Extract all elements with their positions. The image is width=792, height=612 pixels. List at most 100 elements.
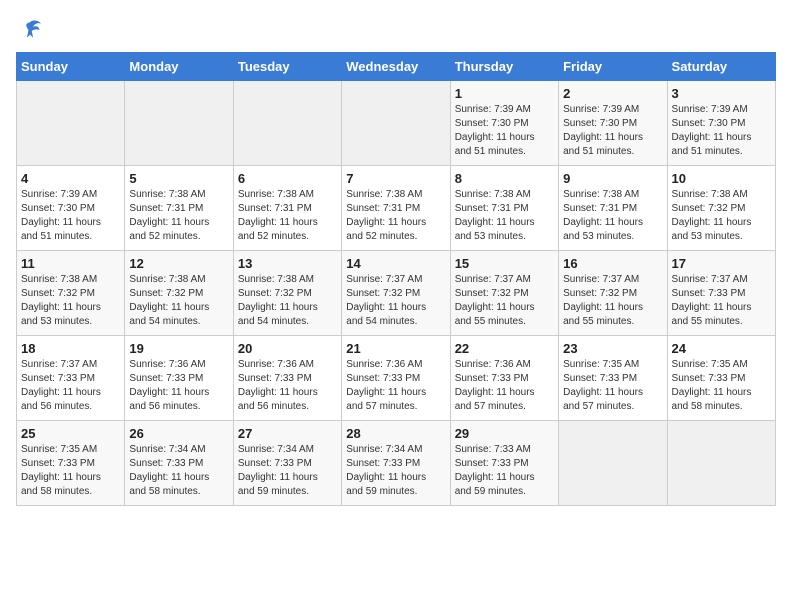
day-info: Sunrise: 7:39 AMSunset: 7:30 PMDaylight:… [21,188,120,244]
day-info: Sunrise: 7:37 AMSunset: 7:32 PMDaylight:… [563,273,662,329]
column-header-thursday: Thursday [450,53,558,81]
calendar-cell [125,81,233,166]
day-number: 11 [21,256,120,271]
calendar-cell: 8 Sunrise: 7:38 AMSunset: 7:31 PMDaylight… [450,166,558,251]
day-info: Sunrise: 7:36 AMSunset: 7:33 PMDaylight:… [346,358,445,414]
calendar-cell: 25 Sunrise: 7:35 AMSunset: 7:33 PMDayligh… [17,421,125,506]
day-number: 15 [455,256,554,271]
day-number: 24 [672,341,771,356]
calendar-cell: 10 Sunrise: 7:38 AMSunset: 7:32 PMDayligh… [667,166,775,251]
calendar-cell: 3 Sunrise: 7:39 AMSunset: 7:30 PMDaylight… [667,81,775,166]
day-info: Sunrise: 7:33 AMSunset: 7:33 PMDaylight:… [455,443,554,499]
column-header-monday: Monday [125,53,233,81]
day-info: Sunrise: 7:36 AMSunset: 7:33 PMDaylight:… [238,358,337,414]
calendar-cell: 19 Sunrise: 7:36 AMSunset: 7:33 PMDayligh… [125,336,233,421]
calendar-cell: 9 Sunrise: 7:38 AMSunset: 7:31 PMDaylight… [559,166,667,251]
day-number: 5 [129,171,228,186]
day-number: 25 [21,426,120,441]
day-info: Sunrise: 7:38 AMSunset: 7:31 PMDaylight:… [346,188,445,244]
day-number: 7 [346,171,445,186]
day-number: 8 [455,171,554,186]
calendar-week-row: 18 Sunrise: 7:37 AMSunset: 7:33 PMDayligh… [17,336,776,421]
calendar-cell: 26 Sunrise: 7:34 AMSunset: 7:33 PMDayligh… [125,421,233,506]
calendar-cell: 11 Sunrise: 7:38 AMSunset: 7:32 PMDayligh… [17,251,125,336]
column-header-friday: Friday [559,53,667,81]
calendar-cell: 1 Sunrise: 7:39 AMSunset: 7:30 PMDaylight… [450,81,558,166]
calendar-cell: 24 Sunrise: 7:35 AMSunset: 7:33 PMDayligh… [667,336,775,421]
column-header-sunday: Sunday [17,53,125,81]
day-info: Sunrise: 7:37 AMSunset: 7:33 PMDaylight:… [672,273,771,329]
calendar-cell: 23 Sunrise: 7:35 AMSunset: 7:33 PMDayligh… [559,336,667,421]
calendar-cell: 16 Sunrise: 7:37 AMSunset: 7:32 PMDayligh… [559,251,667,336]
calendar-cell: 7 Sunrise: 7:38 AMSunset: 7:31 PMDaylight… [342,166,450,251]
calendar-cell: 5 Sunrise: 7:38 AMSunset: 7:31 PMDaylight… [125,166,233,251]
day-number: 23 [563,341,662,356]
day-info: Sunrise: 7:35 AMSunset: 7:33 PMDaylight:… [21,443,120,499]
day-info: Sunrise: 7:34 AMSunset: 7:33 PMDaylight:… [129,443,228,499]
day-info: Sunrise: 7:37 AMSunset: 7:32 PMDaylight:… [455,273,554,329]
day-info: Sunrise: 7:38 AMSunset: 7:31 PMDaylight:… [129,188,228,244]
day-number: 6 [238,171,337,186]
calendar-cell: 22Sunrise: 7:36 AMSunset: 7:33 PMDayligh… [450,336,558,421]
calendar-cell: 17 Sunrise: 7:37 AMSunset: 7:33 PMDayligh… [667,251,775,336]
day-number: 29 [455,426,554,441]
day-number: 16 [563,256,662,271]
day-number: 9 [563,171,662,186]
calendar-cell: 14 Sunrise: 7:37 AMSunset: 7:32 PMDayligh… [342,251,450,336]
calendar-cell [233,81,341,166]
calendar-cell: 12 Sunrise: 7:38 AMSunset: 7:32 PMDayligh… [125,251,233,336]
column-header-saturday: Saturday [667,53,775,81]
calendar-cell [667,421,775,506]
day-number: 28 [346,426,445,441]
calendar-cell [17,81,125,166]
day-number: 12 [129,256,228,271]
day-number: 1 [455,86,554,101]
column-header-wednesday: Wednesday [342,53,450,81]
calendar-cell: 2 Sunrise: 7:39 AMSunset: 7:30 PMDaylight… [559,81,667,166]
calendar-cell: 29 Sunrise: 7:33 AMSunset: 7:33 PMDayligh… [450,421,558,506]
day-info: Sunrise: 7:38 AMSunset: 7:31 PMDaylight:… [455,188,554,244]
calendar-header-row: SundayMondayTuesdayWednesdayThursdayFrid… [17,53,776,81]
logo [16,16,48,44]
day-number: 3 [672,86,771,101]
day-info: Sunrise: 7:36 AMSunset: 7:33 PMDaylight:… [455,358,554,414]
day-number: 10 [672,171,771,186]
day-info: Sunrise: 7:34 AMSunset: 7:33 PMDaylight:… [238,443,337,499]
day-number: 13 [238,256,337,271]
calendar-week-row: 1 Sunrise: 7:39 AMSunset: 7:30 PMDaylight… [17,81,776,166]
day-number: 21 [346,341,445,356]
day-info: Sunrise: 7:35 AMSunset: 7:33 PMDaylight:… [563,358,662,414]
day-number: 4 [21,171,120,186]
day-info: Sunrise: 7:38 AMSunset: 7:32 PMDaylight:… [21,273,120,329]
calendar-cell: 21 Sunrise: 7:36 AMSunset: 7:33 PMDayligh… [342,336,450,421]
day-number: 17 [672,256,771,271]
calendar-cell [559,421,667,506]
day-number: 27 [238,426,337,441]
day-info: Sunrise: 7:35 AMSunset: 7:33 PMDaylight:… [672,358,771,414]
day-number: 18 [21,341,120,356]
day-info: Sunrise: 7:36 AMSunset: 7:33 PMDaylight:… [129,358,228,414]
day-info: Sunrise: 7:38 AMSunset: 7:31 PMDaylight:… [563,188,662,244]
day-info: Sunrise: 7:39 AMSunset: 7:30 PMDaylight:… [672,103,771,159]
calendar-cell: 18 Sunrise: 7:37 AMSunset: 7:33 PMDayligh… [17,336,125,421]
day-number: 19 [129,341,228,356]
calendar-cell: 13 Sunrise: 7:38 AMSunset: 7:32 PMDayligh… [233,251,341,336]
day-info: Sunrise: 7:38 AMSunset: 7:32 PMDaylight:… [129,273,228,329]
day-number: 2 [563,86,662,101]
calendar-cell: 6Sunrise: 7:38 AMSunset: 7:31 PMDaylight… [233,166,341,251]
column-header-tuesday: Tuesday [233,53,341,81]
calendar-table: SundayMondayTuesdayWednesdayThursdayFrid… [16,52,776,506]
calendar-week-row: 4 Sunrise: 7:39 AMSunset: 7:30 PMDaylight… [17,166,776,251]
day-number: 26 [129,426,228,441]
calendar-cell: 20Sunrise: 7:36 AMSunset: 7:33 PMDayligh… [233,336,341,421]
day-info: Sunrise: 7:38 AMSunset: 7:32 PMDaylight:… [672,188,771,244]
day-info: Sunrise: 7:39 AMSunset: 7:30 PMDaylight:… [563,103,662,159]
day-info: Sunrise: 7:37 AMSunset: 7:32 PMDaylight:… [346,273,445,329]
calendar-cell: 27 Sunrise: 7:34 AMSunset: 7:33 PMDayligh… [233,421,341,506]
day-info: Sunrise: 7:37 AMSunset: 7:33 PMDaylight:… [21,358,120,414]
calendar-week-row: 11 Sunrise: 7:38 AMSunset: 7:32 PMDayligh… [17,251,776,336]
day-info: Sunrise: 7:38 AMSunset: 7:32 PMDaylight:… [238,273,337,329]
day-info: Sunrise: 7:39 AMSunset: 7:30 PMDaylight:… [455,103,554,159]
day-number: 14 [346,256,445,271]
calendar-cell: 4 Sunrise: 7:39 AMSunset: 7:30 PMDaylight… [17,166,125,251]
